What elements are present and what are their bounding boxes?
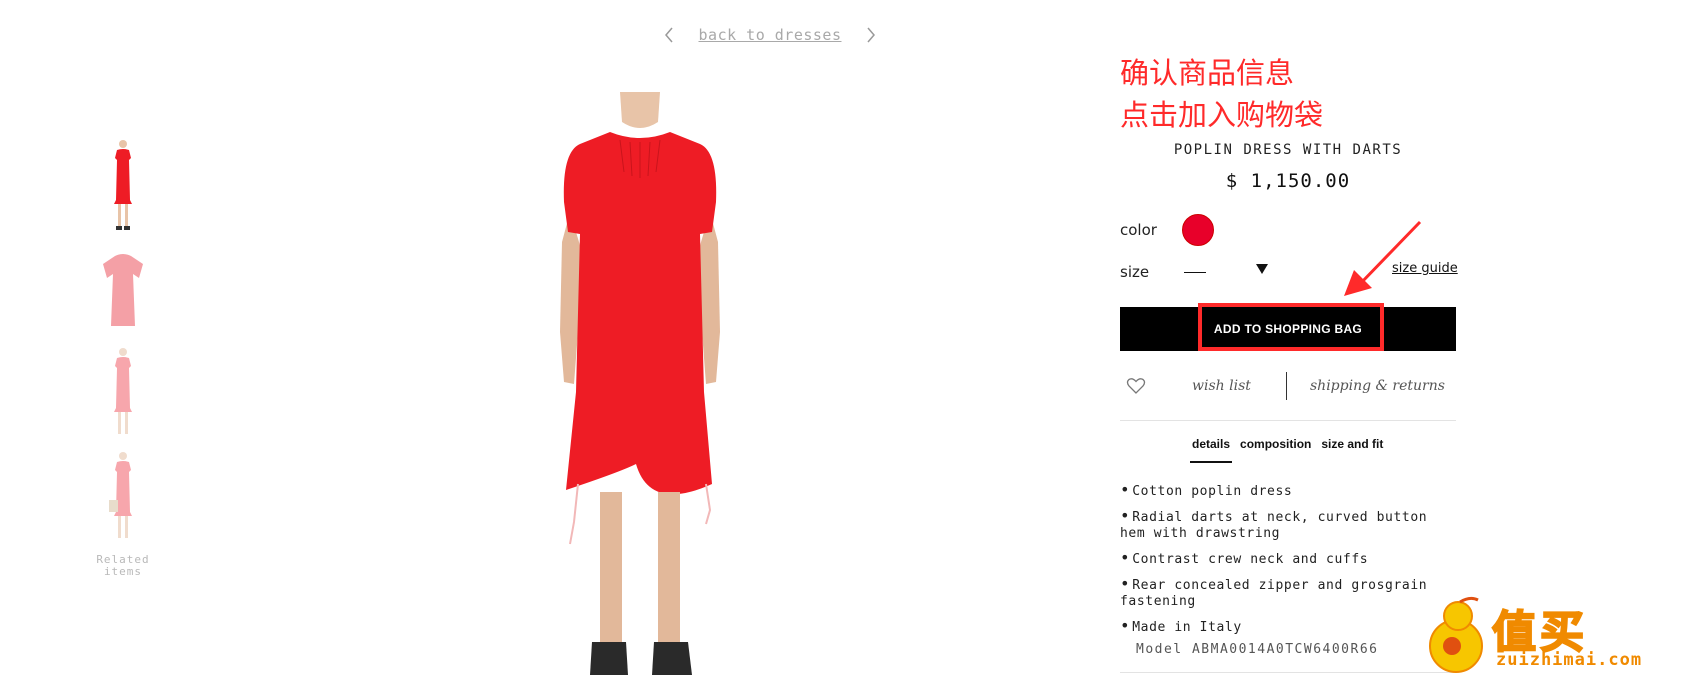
list-item: Radial darts at neck, curved button hem … [1120, 508, 1456, 542]
product-navigation: back to dresses [660, 20, 880, 50]
product-price: $ 1,150.00 [1225, 170, 1351, 192]
divider [1120, 672, 1456, 673]
thumbnail-side[interactable] [88, 346, 158, 442]
shipping-returns-link[interactable]: shipping & returns [1310, 378, 1445, 394]
add-to-shopping-bag-button[interactable]: ADD TO SHOPPING BAG [1120, 307, 1456, 351]
annotation-line: 点击加入购物袋 [1120, 98, 1324, 132]
tab-composition[interactable]: composition [1238, 437, 1313, 463]
related-items-link[interactable]: Related items [88, 554, 158, 578]
model-number: Model ABMA0014A0TCW6400R66 [1136, 642, 1379, 657]
details-list: Cotton poplin dress Radial darts at neck… [1120, 482, 1456, 644]
annotation-line: 确认商品信息 [1120, 56, 1295, 90]
tab-size-and-fit[interactable]: size and fit [1319, 437, 1385, 463]
thumbnail-front[interactable] [88, 138, 158, 234]
product-info-tabs: details composition size and fit [1190, 437, 1385, 463]
thumbnail-styled[interactable] [88, 450, 158, 546]
tab-details[interactable]: details [1190, 437, 1233, 463]
thumbnail-flat[interactable] [88, 242, 158, 338]
list-item: Made in Italy [1120, 618, 1456, 636]
gourd-mascot-icon [1429, 596, 1483, 673]
product-title: POPLIN DRESS WITH DARTS [1173, 142, 1403, 158]
list-item: Contrast crew neck and cuffs [1120, 550, 1456, 568]
chevron-left-icon[interactable] [660, 23, 678, 47]
chevron-right-icon[interactable] [862, 23, 880, 47]
wish-list-link[interactable]: wish list [1192, 378, 1251, 394]
list-item: Cotton poplin dress [1120, 482, 1456, 500]
divider [1286, 372, 1287, 400]
wishlist-shipping-row: wish list shipping & returns [1120, 370, 1456, 402]
watermark-url: zuizhimai.com [1496, 650, 1643, 670]
list-item: Rear concealed zipper and grosgrain fast… [1120, 576, 1456, 610]
thumbnail-gallery: Related items [88, 138, 158, 578]
add-to-bag-label: ADD TO SHOPPING BAG [1213, 322, 1363, 336]
back-to-dresses-link[interactable]: back to dresses [699, 26, 842, 44]
red-pointer-arrow-icon [1344, 220, 1422, 296]
related-label: items [103, 565, 143, 578]
product-info-panel: 确认商品信息 点击加入购物袋 POPLIN DRESS WITH DARTS $… [1120, 0, 1460, 675]
main-product-image [540, 92, 740, 675]
color-label: color [1120, 221, 1157, 239]
heart-icon[interactable] [1126, 376, 1146, 396]
size-placeholder [1184, 272, 1206, 273]
size-label: size [1120, 263, 1150, 281]
size-dropdown[interactable] [1184, 262, 1268, 282]
color-swatch-red[interactable] [1182, 214, 1214, 246]
dropdown-triangle-icon [1256, 264, 1268, 274]
zuizhimai-watermark-logo: 值买 zuizhimai.com [1418, 596, 1705, 675]
divider [1120, 420, 1456, 421]
instruction-annotation: 确认商品信息 点击加入购物袋 [1120, 52, 1323, 136]
